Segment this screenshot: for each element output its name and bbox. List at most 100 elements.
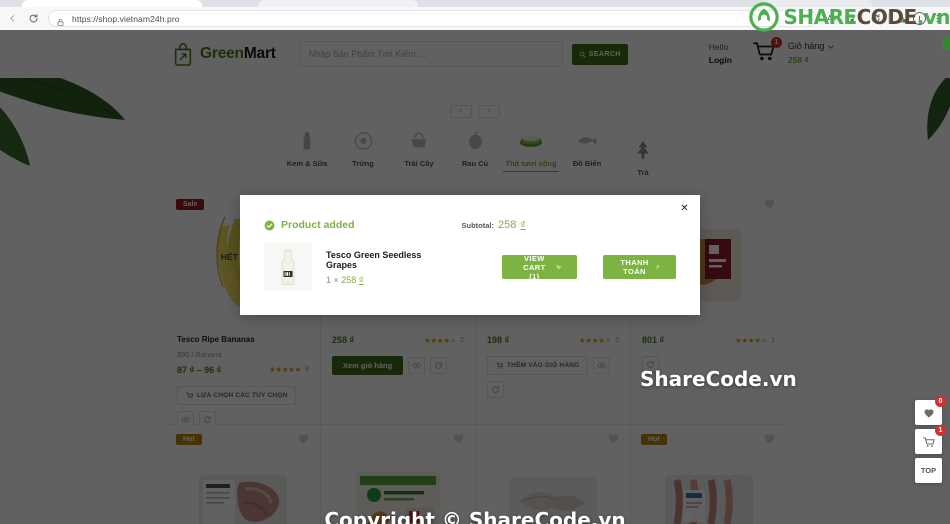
search-placeholder: Nhập Sản Phẩm Tìm Kiếm ... — [308, 49, 426, 59]
select-options-button[interactable]: LỰA CHỌN CÁC TÙY CHỌN — [177, 385, 297, 405]
wishlist-float-button[interactable]: 0 — [915, 396, 946, 425]
cart-badge-count: 1 — [770, 37, 782, 48]
compare-icon[interactable] — [487, 381, 504, 398]
close-icon[interactable]: ✕ — [679, 203, 690, 214]
category-label: Kem & Sữa — [286, 159, 328, 168]
quick-view-icon[interactable] — [408, 357, 426, 374]
add-to-cart-button[interactable]: THÊM VÀO GIỎ HÀNG — [487, 356, 589, 375]
address-bar-url: https://shop.vietnam24h.pro — [72, 13, 180, 24]
category-thit-tuoi-song[interactable]: Thịt tươi sống — [503, 126, 559, 172]
cart-summary: Giỏ hàng 258 ₫ — [788, 40, 835, 67]
cart-icon — [923, 436, 935, 447]
lock-icon — [56, 14, 65, 26]
wishlist-heart-icon[interactable] — [452, 432, 465, 445]
category-label: Thịt tươi sống — [505, 159, 557, 168]
product-price: 801 ₫ — [642, 335, 665, 345]
browser-tab-active[interactable] — [22, 0, 202, 7]
wishlist-heart-icon[interactable] — [607, 432, 620, 445]
category-trai-cay[interactable]: Trái Cây — [391, 126, 447, 168]
product-rating: ★★★★★ 2 — [424, 336, 464, 345]
view-cart-button[interactable]: VIEW CART (1) — [501, 253, 577, 281]
rating-stars: ★★★★★ — [734, 335, 768, 345]
category-trung[interactable]: Trứng — [335, 126, 391, 168]
site-logo[interactable]: GreenMart — [172, 42, 276, 66]
category-rau-cu[interactable]: Rau Củ — [447, 126, 503, 168]
egg-icon — [353, 130, 374, 152]
category-label: Trứng — [352, 159, 374, 168]
search-icon — [579, 51, 586, 58]
scroll-to-top-button[interactable]: TOP — [915, 458, 942, 483]
brand-name-first: Green — [200, 45, 244, 62]
rating-count: 2 — [615, 336, 619, 344]
modal-qty-prefix: 1 × — [326, 274, 339, 285]
account-block: Hello Login — [709, 41, 732, 67]
wishlist-heart-icon[interactable] — [763, 197, 776, 210]
back-button[interactable] — [3, 10, 21, 28]
rating-count: 2 — [460, 336, 464, 344]
compare-icon[interactable] — [430, 357, 448, 374]
key-icon — [655, 265, 660, 269]
product-rating: ★★★★★ 1 — [735, 336, 775, 345]
category-navigation: Kem & Sữa Trứng Trái Cây Rau Củ Thịt tươ — [0, 126, 950, 177]
hot-badge: Hot — [176, 434, 202, 445]
chevron-down-icon — [828, 45, 835, 50]
search-input[interactable]: Nhập Sản Phẩm Tìm Kiếm ... — [298, 41, 563, 67]
select-options-label: LỰA CHỌN CÁC TÙY CHỌN — [197, 391, 288, 399]
browser-tab-2[interactable] — [258, 0, 418, 7]
rating-stars: ★★★★★ — [268, 365, 302, 375]
cart-float-badge-count: 1 — [935, 425, 946, 436]
subtotal-block: Subtotal: 258 ₫ — [462, 219, 526, 231]
product-added-status: Product added — [264, 219, 355, 231]
wishlist-heart-icon[interactable] — [297, 432, 310, 445]
subtotal-label: Subtotal: — [461, 221, 495, 230]
subtotal-currency: ₫ — [520, 220, 526, 231]
search-button-label: SEARCH — [588, 50, 621, 58]
category-do-bien[interactable]: Đồ Biển — [559, 126, 615, 168]
modal-product-image — [264, 243, 312, 291]
header-cart-button[interactable]: 1 — [752, 37, 782, 67]
reload-icon[interactable] — [24, 10, 42, 28]
meat-icon — [519, 130, 543, 152]
checkout-button[interactable]: THANH TOÁN — [602, 255, 676, 279]
modal-product-name[interactable]: Tesco Green Seedless Grapes — [326, 250, 425, 270]
modal-actions: VIEW CART (1) THANH TOÁN — [501, 253, 676, 281]
product-added-text: Product added — [281, 219, 355, 231]
quick-view-icon[interactable] — [593, 357, 611, 374]
view-cart-label: VIEW CART (1) — [523, 253, 546, 281]
add-to-cart-label: THÊM VÀO GIỎ HÀNG — [507, 362, 580, 369]
modal-product-qty: 1 × 258 ₫ — [326, 275, 425, 285]
category-kem-sua[interactable]: Kem & Sữa — [279, 126, 335, 168]
wishlist-heart-icon[interactable] — [763, 432, 776, 445]
category-tra[interactable]: Trà — [615, 135, 671, 177]
hot-badge: Hot — [641, 434, 667, 445]
product-rating: ★★★★★ 8 — [269, 365, 309, 374]
watermark-bottom: Copyright © ShareCode.vn — [324, 508, 626, 524]
sale-badge: Sale — [176, 199, 205, 210]
view-cart-button[interactable]: Xem giỏ hàng — [332, 356, 404, 375]
product-price: 87 ₫ – 96 ₫ — [177, 364, 222, 375]
product-title[interactable]: Tesco Ripe Bananas — [177, 335, 309, 346]
hello-text: Hello — [708, 42, 729, 53]
rating-count: 8 — [305, 366, 309, 374]
carousel-next-button[interactable]: › — [478, 105, 500, 118]
rating-count: 1 — [771, 336, 775, 344]
cart-icon — [186, 392, 193, 399]
heart-icon — [924, 408, 933, 417]
product-price: 258 ₫ — [332, 335, 355, 345]
page-viewport: GreenMart Nhập Sản Phẩm Tìm Kiếm ... SEA… — [0, 30, 950, 524]
cart-total-amount: 258 ₫ — [787, 55, 809, 66]
address-bar[interactable]: https://shop.vietnam24h.pro — [48, 10, 817, 27]
brand-name-second: Mart — [243, 45, 276, 62]
cart-icon — [496, 362, 503, 369]
login-link[interactable]: Login — [709, 54, 732, 67]
floating-side-rail: 0 1 TOP — [915, 396, 946, 483]
search-button[interactable]: SEARCH — [571, 43, 628, 65]
milk-carton-icon — [301, 130, 313, 152]
cart-float-button[interactable]: 1 — [915, 425, 946, 454]
watermark-logo-share: SHARE — [783, 5, 857, 29]
cart-dropdown[interactable]: Giỏ hàng — [788, 40, 835, 54]
watermark-logo-code: CODE — [856, 5, 917, 29]
wishlist-badge-count: 0 — [935, 396, 946, 407]
carousel-prev-button[interactable]: ‹ — [450, 105, 472, 118]
fish-icon — [576, 130, 598, 152]
